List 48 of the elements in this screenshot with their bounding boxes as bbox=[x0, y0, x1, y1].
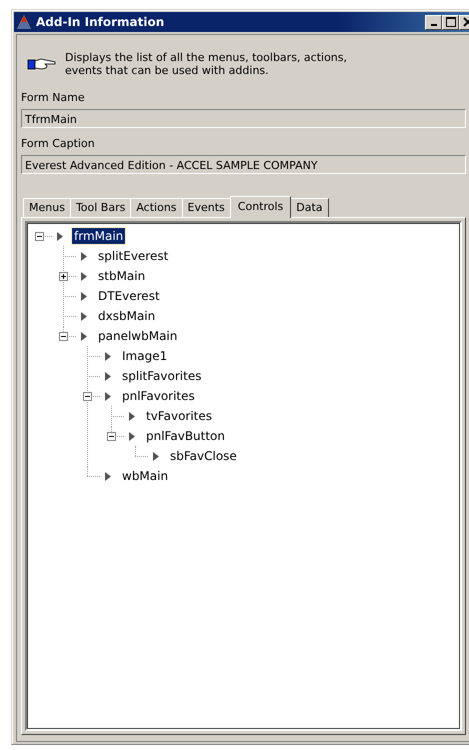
tab[interactable]: Controls bbox=[230, 196, 292, 218]
readonly-field[interactable]: Everest Advanced Edition - ACCEL SAMPLE COMPANY bbox=[21, 155, 466, 174]
play-triangle-icon bbox=[81, 292, 87, 300]
tree-node[interactable]: panelwbMain bbox=[96, 328, 180, 344]
play-triangle-icon bbox=[129, 412, 135, 420]
description-text: Displays the list of all the menus, toolbars, actions, events that can be used with addins. bbox=[65, 51, 348, 77]
pointing-hand-icon bbox=[27, 56, 57, 72]
play-triangle-icon bbox=[105, 472, 111, 480]
maximize-icon bbox=[446, 17, 456, 27]
play-triangle-icon bbox=[81, 312, 87, 320]
tab[interactable]: Tool Bars bbox=[70, 198, 132, 217]
tree-node[interactable]: frmMain bbox=[72, 228, 126, 244]
play-triangle-icon bbox=[153, 452, 159, 460]
field-label: Form Caption bbox=[21, 137, 96, 150]
expander-toggle[interactable] bbox=[59, 272, 68, 281]
window-title: Add-In Information bbox=[36, 15, 166, 29]
tree-node[interactable]: wbMain bbox=[120, 468, 170, 484]
tree-node[interactable]: splitFavorites bbox=[120, 368, 204, 384]
app-logo-icon bbox=[16, 14, 32, 30]
tree-node[interactable]: stbMain bbox=[96, 268, 148, 284]
tree-node[interactable]: sbFavClose bbox=[168, 448, 239, 464]
minimize-button[interactable] bbox=[425, 14, 442, 30]
tab[interactable]: Data bbox=[290, 198, 329, 217]
play-triangle-icon bbox=[105, 352, 111, 360]
play-triangle-icon bbox=[81, 252, 87, 260]
tab[interactable]: Menus bbox=[23, 198, 71, 217]
tree-node[interactable]: DTEverest bbox=[96, 288, 162, 304]
play-triangle-icon bbox=[81, 272, 87, 280]
tree-node[interactable]: pnlFavButton bbox=[144, 428, 228, 444]
play-triangle-icon bbox=[105, 392, 111, 400]
field-label: Form Name bbox=[21, 91, 86, 104]
readonly-field[interactable]: TfrmMain bbox=[21, 109, 466, 128]
tree-node[interactable]: splitEverest bbox=[96, 248, 170, 264]
expander-toggle[interactable] bbox=[59, 332, 68, 341]
maximize-button[interactable] bbox=[442, 14, 459, 30]
play-triangle-icon bbox=[129, 432, 135, 440]
play-triangle-icon bbox=[105, 372, 111, 380]
minimize-icon bbox=[430, 24, 436, 26]
expander-toggle[interactable] bbox=[83, 392, 92, 401]
tree-node[interactable]: dxsbMain bbox=[96, 308, 158, 324]
tab[interactable]: Actions bbox=[130, 198, 183, 217]
tree-node[interactable]: pnlFavorites bbox=[120, 388, 197, 404]
expander-toggle[interactable] bbox=[107, 432, 116, 441]
expander-toggle[interactable] bbox=[35, 232, 44, 241]
play-triangle-icon bbox=[81, 332, 87, 340]
tree-node[interactable]: tvFavorites bbox=[144, 408, 214, 424]
play-triangle-icon bbox=[57, 232, 63, 240]
tree-node[interactable]: Image1 bbox=[120, 348, 170, 364]
